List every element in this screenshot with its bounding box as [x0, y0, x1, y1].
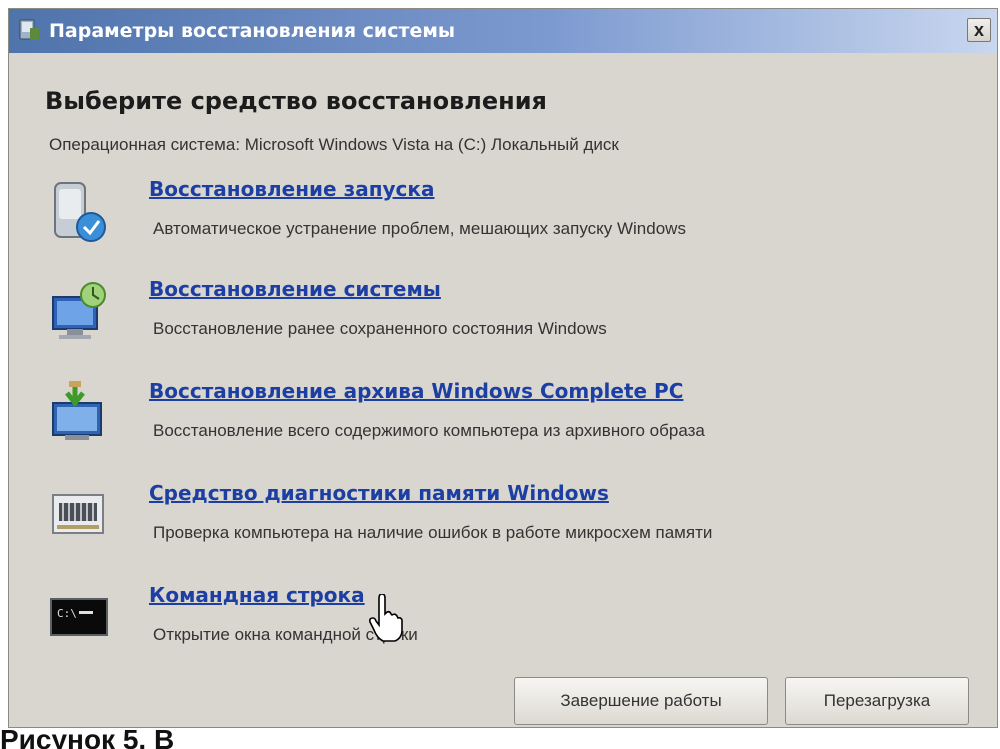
figure-caption: Рисунок 5. В [0, 730, 175, 749]
startup-repair-description: Автоматическое устранение проблем, мешаю… [153, 219, 686, 238]
command-prompt-icon: C:\ [50, 598, 108, 636]
memory-diagnostic-link[interactable]: Средство диагностики памяти Windows [149, 481, 609, 505]
title-bar[interactable]: Параметры восстановления системы x [9, 9, 997, 53]
tool-complete-pc-restore: Восстановление архива Windows Complete P… [45, 379, 945, 471]
memory-diagnostic-description: Проверка компьютера на наличие ошибок в … [153, 523, 713, 542]
complete-pc-restore-description: Восстановление всего содержимого компьют… [153, 421, 705, 440]
tool-startup-repair: Восстановление запуска Автоматическое ус… [45, 177, 945, 269]
command-prompt-link[interactable]: Командная строка [149, 583, 365, 607]
complete-pc-restore-link[interactable]: Восстановление архива Windows Complete P… [149, 379, 683, 403]
shutdown-button[interactable]: Завершение работы [514, 677, 768, 725]
recovery-options-window: Параметры восстановления системы x Выбер… [8, 8, 998, 728]
memory-chip-icon [52, 494, 104, 534]
close-icon: x [973, 20, 984, 40]
operating-system-label: Операционная система: Microsoft Windows … [49, 135, 619, 154]
window-title: Параметры восстановления системы [49, 20, 456, 42]
system-restore-description: Восстановление ранее сохраненного состоя… [153, 319, 607, 338]
svg-text:C:\: C:\ [57, 607, 77, 620]
tool-command-prompt: C:\ Командная строка Открытие окна коман… [45, 583, 945, 675]
hand-pointer-cursor-icon [369, 594, 403, 642]
tool-system-restore: Восстановление системы Восстановление ра… [45, 277, 945, 369]
close-button[interactable]: x [967, 18, 991, 42]
tool-memory-diagnostic: Средство диагностики памяти Windows Пров… [45, 481, 945, 573]
startup-repair-link[interactable]: Восстановление запуска [149, 177, 434, 201]
window-app-icon [19, 19, 39, 40]
complete-pc-restore-icon [52, 381, 102, 440]
startup-repair-icon [54, 182, 106, 242]
system-restore-link[interactable]: Восстановление системы [149, 277, 441, 301]
system-restore-icon [52, 282, 106, 339]
restart-button[interactable]: Перезагрузка [785, 677, 969, 725]
page-heading: Выберите средство восстановления [45, 87, 547, 115]
